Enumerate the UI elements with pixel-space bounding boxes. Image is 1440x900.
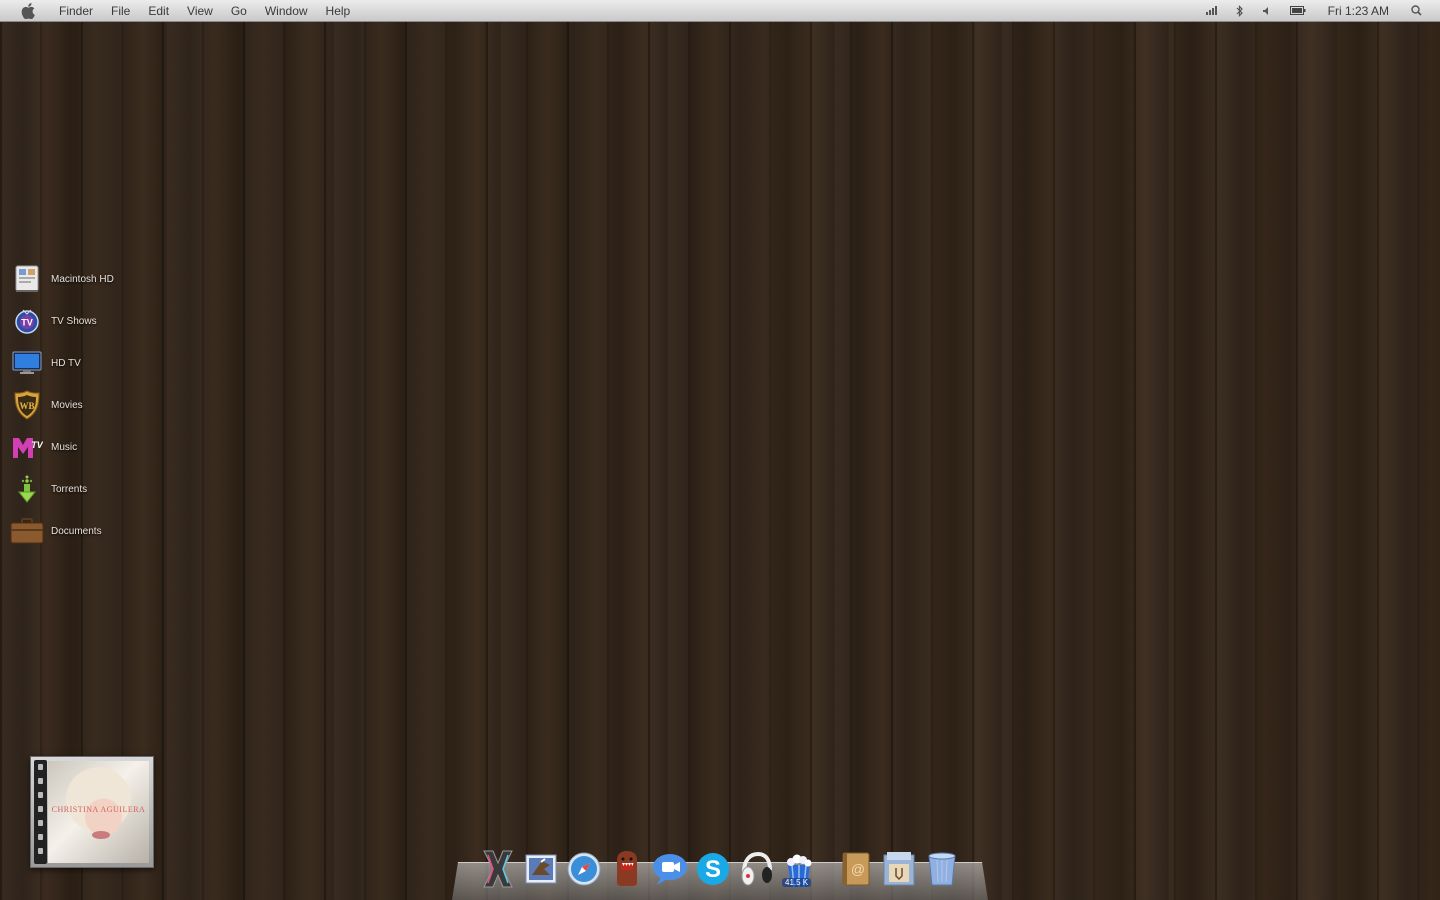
bluetooth-icon[interactable] [1236,0,1244,22]
svg-text:TV: TV [21,318,33,328]
dock-item-headphones[interactable] [736,848,776,890]
dock-item-address-book[interactable]: @ [836,848,876,890]
domo-icon [617,851,637,886]
mtv-icon: TV [10,430,44,464]
menu-view[interactable]: View [178,0,222,22]
briefcase-icon [10,514,44,548]
download-arrow-icon [10,472,44,506]
menu-edit[interactable]: Edit [139,0,178,22]
menubar-clock[interactable]: Fri 1:23 AM [1328,4,1389,18]
menubar-status-area: Fri 1:23 AM [1188,0,1440,22]
svg-text:TV: TV [31,440,43,450]
desktop-item-label: TV Shows [51,315,97,327]
x-app-icon [483,850,513,888]
headphones-icon [741,851,772,886]
desktop-item-movies[interactable]: WB Movies [10,384,114,426]
safari-icon [567,852,601,886]
dock-item-video-chat[interactable] [650,848,690,890]
menu-bar: Finder File Edit View Go Window Help Fri… [0,0,1440,22]
menu-help[interactable]: Help [317,0,360,22]
desktop-item-label: Music [51,441,78,453]
album-art-text: CHRISTINA AGUILERA [51,805,146,814]
wb-shield-icon: WB [10,388,44,422]
dock-item-downloads-stack[interactable] [879,848,919,890]
menu-file[interactable]: File [102,0,139,22]
menu-go[interactable]: Go [222,0,256,22]
desktop-item-label: Torrents [51,483,88,495]
trash-icon [928,852,956,886]
dock-item-skype[interactable]: S [693,848,733,890]
mail-eagle-icon [525,854,557,884]
dock-item-safari[interactable] [564,848,604,890]
film-strip [34,760,47,864]
desktop-item-label: Movies [51,399,83,411]
svg-text:WB: WB [19,401,34,411]
desktop-item-label: Macintosh HD [51,273,114,285]
album-cover: CHRISTINA AGUILERA [48,761,149,863]
downloads-stack-icon [883,852,915,886]
dock-item-mail[interactable] [521,848,561,890]
monitor-icon [10,346,44,380]
menu-window[interactable]: Window [256,0,317,22]
desktop-item-macintosh-hd[interactable]: Macintosh HD [10,258,114,300]
svg-text:@: @ [851,861,865,877]
tv-shows-icon: TV [10,304,44,338]
now-playing-widget[interactable]: CHRISTINA AGUILERA [30,756,154,868]
desktop-item-label: HD TV [51,357,81,369]
desktop-item-documents[interactable]: Documents [10,510,114,552]
desktop-item-torrents[interactable]: Torrents [10,468,114,510]
spotlight-icon[interactable] [1411,0,1422,22]
signal-icon[interactable] [1205,0,1218,22]
menu-finder[interactable]: Finder [50,0,102,22]
desktop-item-tv-shows[interactable]: TV TV Shows [10,300,114,342]
dock-badge: 41.5 K [782,878,812,887]
address-book-icon: @ [842,852,870,886]
dock-item-popcorn[interactable]: 41.5 K [779,848,819,890]
apple-menu-icon[interactable] [18,0,38,22]
album-art-detail [92,831,110,839]
volume-icon[interactable] [1262,0,1272,22]
svg-text:S: S [705,856,721,883]
desktop-item-music[interactable]: TV Music [10,426,114,468]
video-chat-icon [653,854,687,885]
battery-icon[interactable] [1289,0,1306,22]
dock: S 41.5 K @ [478,844,965,890]
dock-item-trash[interactable] [922,848,962,890]
desktop-item-label: Documents [51,525,102,537]
desktop-icons: Macintosh HD TV TV Shows HD TV WB Movies… [10,258,114,552]
dock-item-domo[interactable] [607,848,647,890]
skype-icon: S [697,853,729,885]
hard-drive-icon [10,262,44,296]
dock-item-x[interactable] [478,848,518,890]
desktop-item-hd-tv[interactable]: HD TV [10,342,114,384]
